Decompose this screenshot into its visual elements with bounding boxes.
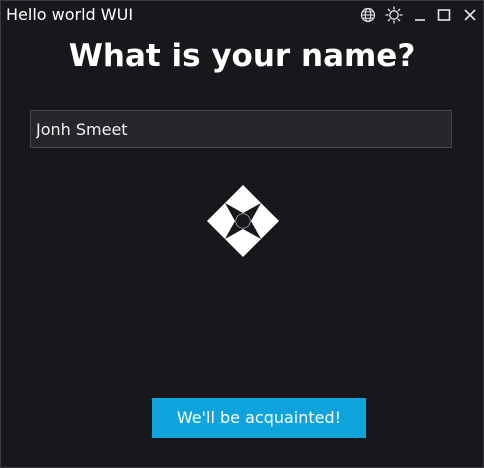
theme-button[interactable] [385, 6, 403, 24]
four-petal-diamond-logo [207, 185, 279, 257]
maximize-button[interactable] [435, 6, 453, 24]
page-title: What is your name? [68, 38, 416, 74]
maximize-icon [437, 9, 451, 21]
minimize-button[interactable] [411, 6, 429, 24]
app-window: Hello world WUI What is your name? Jonh … [0, 0, 484, 468]
title-bar[interactable]: Hello world WUI [1, 1, 483, 29]
close-button[interactable] [461, 6, 479, 24]
name-input[interactable] [30, 110, 452, 148]
sun-icon [385, 6, 403, 24]
close-icon [464, 9, 476, 21]
minimize-icon [415, 19, 425, 21]
acquaint-button[interactable]: We'll be acquainted! [152, 398, 366, 438]
globe-icon [360, 7, 376, 23]
window-title: Hello world WUI [6, 5, 134, 24]
language-button[interactable] [359, 6, 377, 24]
